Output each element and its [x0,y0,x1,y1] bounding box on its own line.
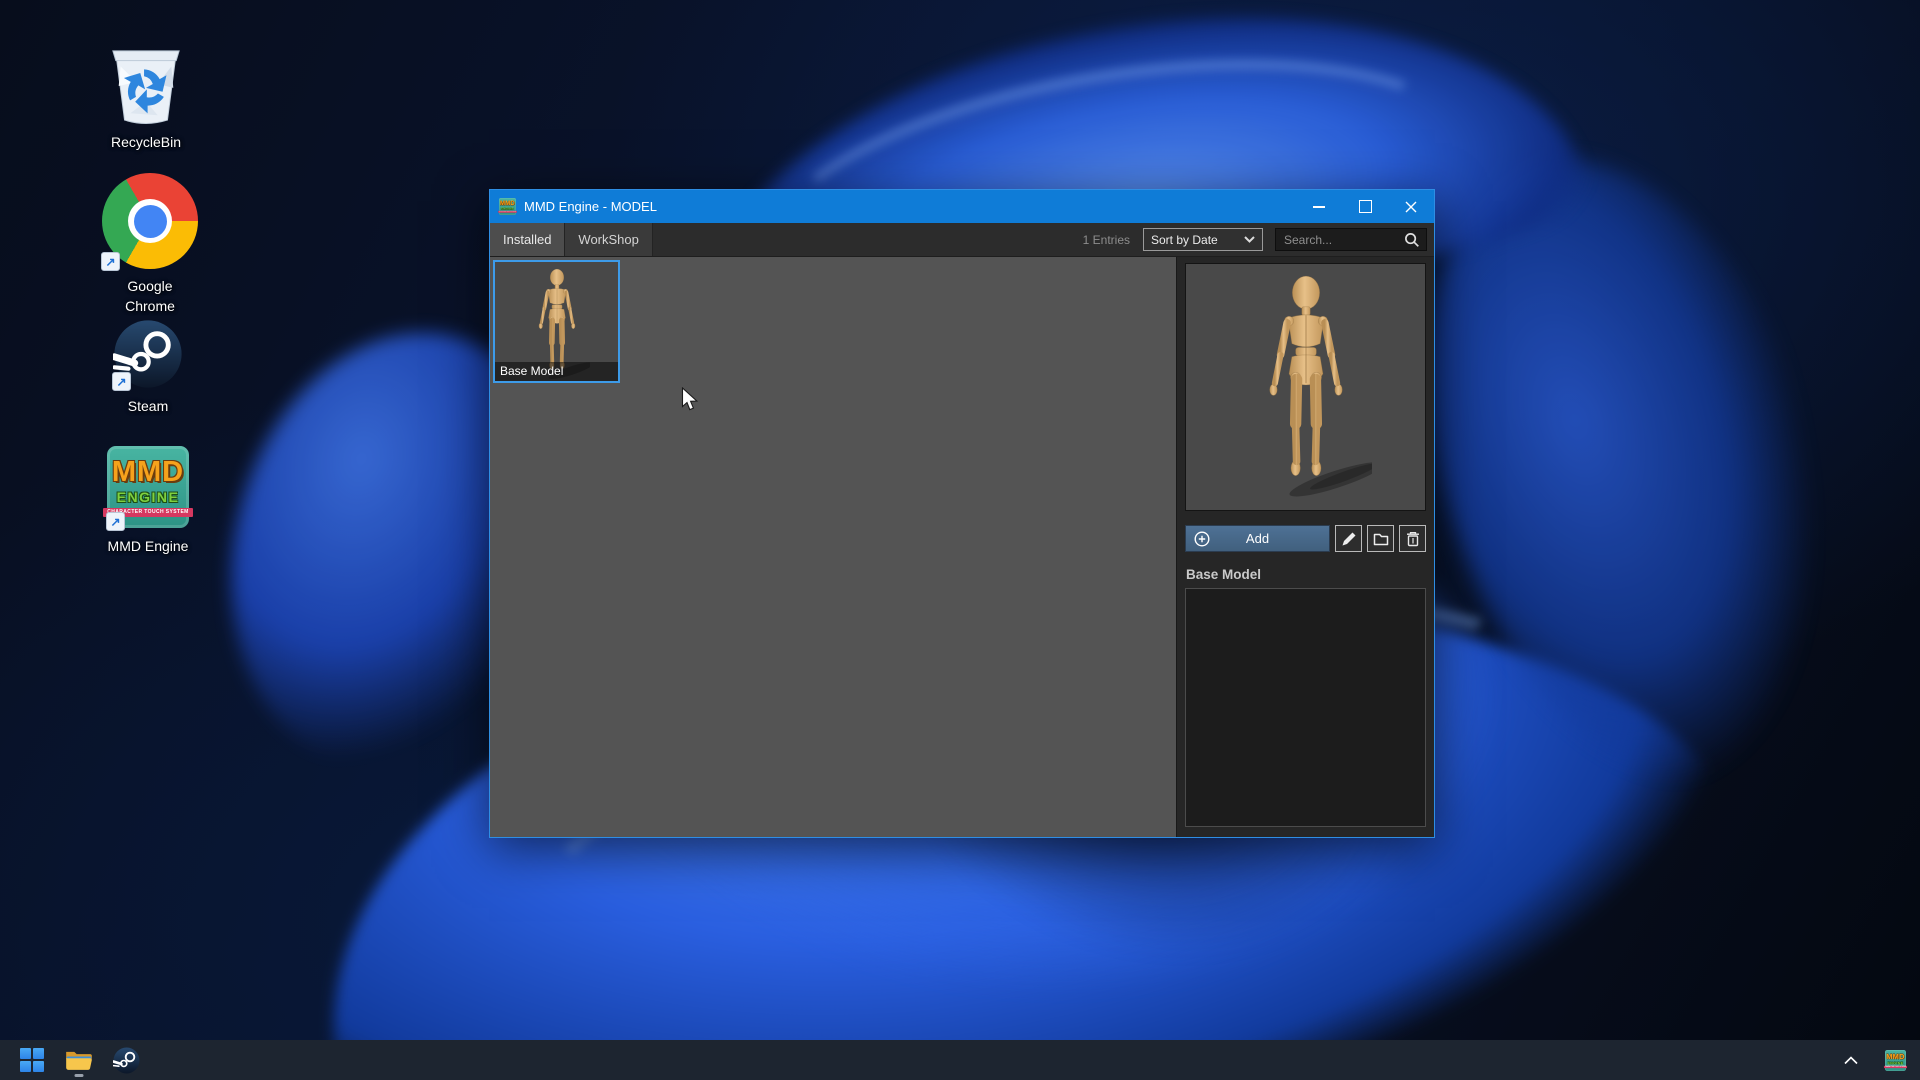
desktop: RecycleBin ↗ Google Chrome ↗ Steam [0,0,1920,1080]
mmd-engine-icon: MMD ENGINE CHARACTER TOUCH SYSTEM ↗ [107,444,189,530]
sort-by-dropdown[interactable]: Sort by Date [1143,228,1263,251]
model-library-grid: Base Model [490,257,1176,837]
close-icon [1405,201,1417,213]
entries-count: 1 Entries [1083,233,1130,247]
desktop-icon-steam[interactable]: ↗ Steam [86,318,210,416]
mannequin-preview-image [1240,268,1372,504]
recycle-bin-icon [107,42,185,126]
tab-installed[interactable]: Installed [490,223,565,256]
model-card-base-model[interactable]: Base Model [493,260,620,383]
desktop-icon-label: RecycleBin [111,132,181,152]
app-icon: MMD ENGINE CHARACTER TOUCH SYSTEM [499,198,516,215]
model-description-box [1185,588,1426,827]
search-input[interactable] [1282,232,1404,248]
titlebar[interactable]: MMD ENGINE CHARACTER TOUCH SYSTEM MMD En… [490,190,1434,223]
steam-icon [113,1047,140,1074]
start-button[interactable] [17,1042,47,1078]
delete-button[interactable] [1399,525,1426,552]
sort-by-value: Sort by Date [1151,233,1218,247]
chrome-icon: ↗ [102,172,198,270]
folder-icon [1372,530,1390,548]
search-box [1275,228,1427,251]
model-preview-viewport[interactable] [1185,263,1426,511]
trash-icon [1404,530,1422,548]
toolbar: Installed WorkShop 1 Entries Sort by Dat… [490,223,1434,257]
taskbar-file-explorer[interactable] [64,1042,94,1078]
desktop-icon-label: Google Chrome [125,276,175,316]
tab-workshop[interactable]: WorkShop [565,223,652,256]
detail-sidebar: Add [1176,257,1434,837]
desktop-icon-google-chrome[interactable]: ↗ Google Chrome [88,172,212,316]
maximize-button[interactable] [1342,190,1388,223]
shortcut-arrow-icon: ↗ [106,512,125,531]
desktop-icon-label: Steam [128,396,168,416]
mmd-engine-window: MMD ENGINE CHARACTER TOUCH SYSTEM MMD En… [489,189,1435,838]
running-indicator [75,1074,84,1077]
minimize-button[interactable] [1296,190,1342,223]
tray-mmd-engine[interactable]: MMD ENGINE CHARACTER TOUCH SYSTEM [1880,1042,1910,1078]
mmd-engine-tray-icon: MMD ENGINE CHARACTER TOUCH SYSTEM [1885,1050,1906,1071]
taskbar-steam[interactable] [111,1042,141,1078]
model-detail-title: Base Model [1186,567,1426,582]
search-icon [1404,232,1420,248]
pencil-icon [1340,530,1358,548]
steam-icon: ↗ [113,318,183,390]
taskbar: MMD ENGINE CHARACTER TOUCH SYSTEM [0,1040,1920,1080]
close-button[interactable] [1388,190,1434,223]
minimize-icon [1313,206,1325,208]
desktop-icon-mmd-engine[interactable]: MMD ENGINE CHARACTER TOUCH SYSTEM ↗ MMD … [86,444,210,556]
maximize-icon [1359,200,1372,213]
window-content: Base Model [490,257,1434,837]
show-hidden-icons-button[interactable] [1836,1042,1866,1078]
window-title: MMD Engine - MODEL [524,199,1296,214]
windows-logo-icon [20,1048,45,1073]
chevron-up-icon [1844,1056,1858,1065]
chevron-down-icon [1244,236,1255,243]
shortcut-arrow-icon: ↗ [101,252,120,271]
desktop-icon-label: MMD Engine [108,536,189,556]
file-explorer-icon [65,1048,93,1072]
model-card-label: Base Model [495,362,618,381]
open-folder-button[interactable] [1367,525,1394,552]
add-button-label: Add [1246,531,1269,546]
edit-button[interactable] [1335,525,1362,552]
add-button[interactable]: Add [1185,525,1330,552]
plus-circle-icon [1193,530,1211,548]
shortcut-arrow-icon: ↗ [112,372,131,391]
action-row: Add [1185,525,1426,552]
desktop-icon-recycle-bin[interactable]: RecycleBin [84,42,208,152]
